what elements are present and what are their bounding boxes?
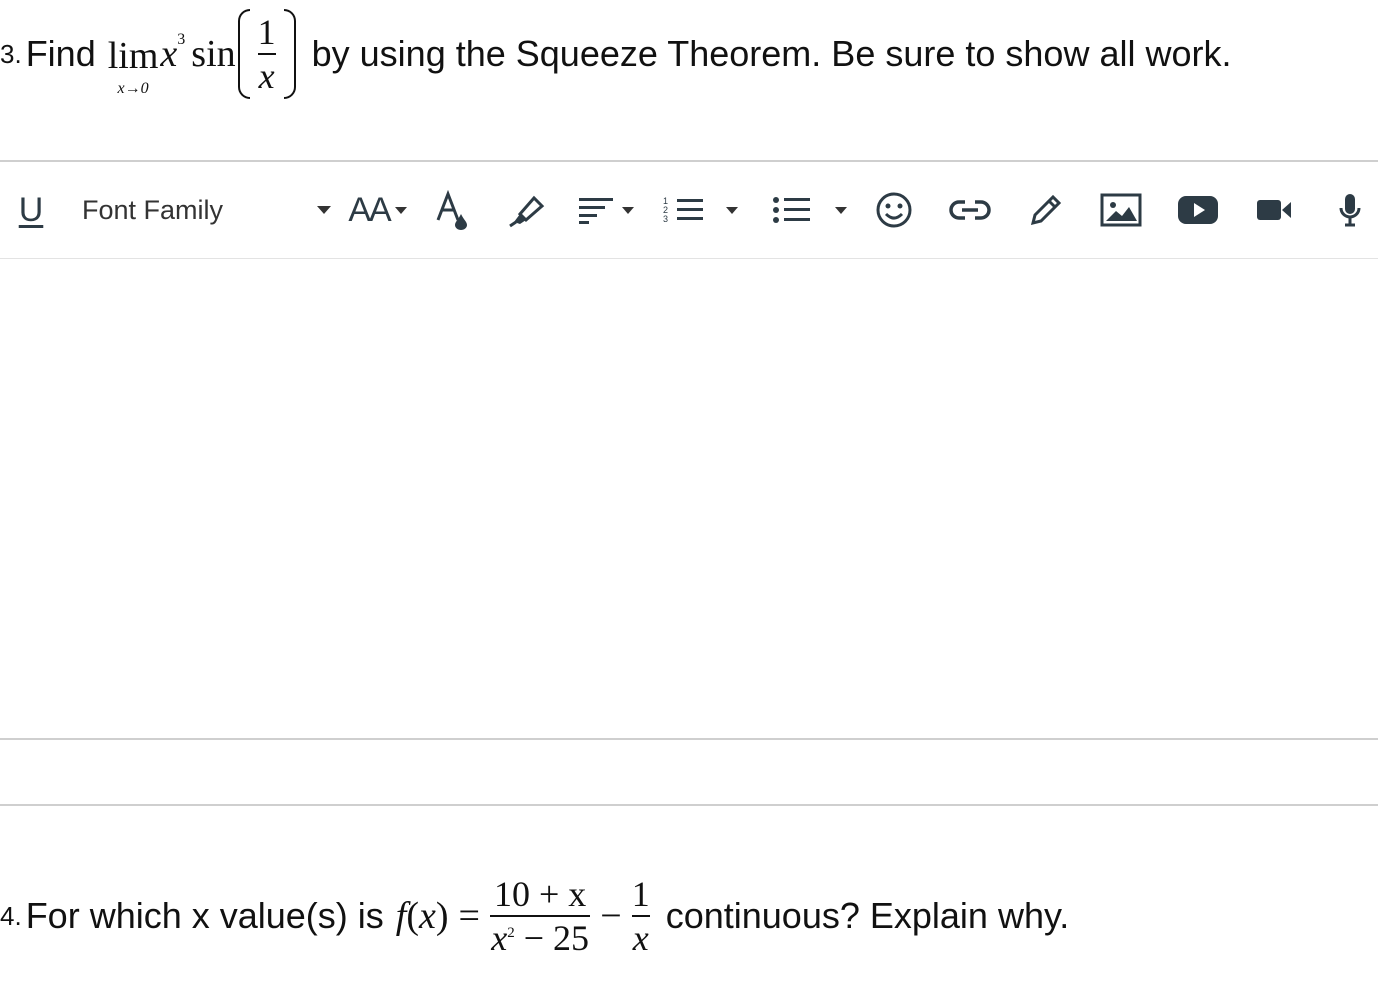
list-number-labels: 1 2 3	[663, 195, 669, 224]
image-button[interactable]	[1098, 162, 1144, 258]
underline-button[interactable]: U	[10, 162, 52, 258]
limit-variable: x	[160, 33, 178, 75]
align-left-icon	[579, 198, 613, 224]
media-button[interactable]	[1175, 162, 1221, 258]
limit-operator: lim	[107, 35, 159, 77]
paren-open: (	[406, 895, 419, 937]
divider-question-4	[0, 804, 1378, 806]
chevron-down-icon	[726, 206, 738, 214]
toolbar-divider	[0, 258, 1378, 259]
limit-subscript: x→0	[117, 80, 149, 97]
font-size-icon: AA	[348, 190, 391, 229]
function-expression: f ( x ) = 10 + x x2 − 25 − 1 x	[396, 873, 650, 959]
font-family-select[interactable]: Font Family	[70, 162, 340, 258]
question-suffix: continuous? Explain why.	[665, 895, 1070, 936]
fraction-1-over-x: 1 x	[257, 11, 276, 97]
function-name: f	[395, 895, 407, 937]
chevron-down-icon	[622, 206, 634, 214]
bullet-list-icon	[772, 197, 810, 223]
divider-editor-bottom	[0, 738, 1378, 740]
record-video-button[interactable]	[1252, 162, 1296, 258]
question-prefix: For which x value(s) is	[25, 895, 384, 936]
limit-exponent: 3	[177, 31, 186, 48]
chevron-down-icon	[316, 205, 332, 215]
video-camera-icon	[1257, 200, 1291, 220]
microphone-icon	[1339, 194, 1361, 227]
text-color-button[interactable]	[430, 162, 472, 258]
function-variable: x	[419, 895, 436, 937]
fraction-numerator: 1	[257, 12, 276, 52]
paren-close: )	[435, 895, 449, 937]
highlighter-icon	[509, 195, 545, 228]
emoji-button[interactable]	[872, 162, 916, 258]
text-color-icon	[436, 190, 467, 230]
question-number: 4.	[0, 900, 22, 931]
fraction-1-over-x: 1 x	[631, 873, 650, 959]
left-paren	[237, 9, 250, 99]
chevron-down-icon	[834, 206, 847, 214]
link-button[interactable]	[946, 162, 994, 258]
numbered-list-button[interactable]: 1 2 3	[655, 162, 747, 258]
fraction-denominator: x	[258, 56, 275, 96]
fraction-numerator: 10 + x	[493, 874, 587, 914]
equals-sign: =	[458, 895, 480, 937]
bullet-list-button[interactable]	[762, 162, 857, 258]
minus-sign: −	[600, 895, 622, 937]
limit-expression: lim x→0 x 3 sin 1 x	[108, 9, 296, 99]
record-audio-button[interactable]	[1328, 162, 1372, 258]
draw-button[interactable]	[1024, 162, 1068, 258]
denominator-rest: − 25	[523, 918, 590, 958]
fraction-numerator: 1	[631, 874, 650, 914]
fraction-denominator: x2 − 25	[491, 917, 589, 959]
fraction-denominator: x	[632, 918, 649, 958]
align-button[interactable]	[572, 162, 640, 258]
emoji-icon	[876, 192, 912, 228]
pencil-icon	[1030, 194, 1062, 226]
chevron-down-icon	[394, 206, 407, 214]
denominator-variable: x	[491, 918, 508, 958]
link-icon	[949, 200, 991, 220]
underline-label: U	[18, 190, 44, 229]
fraction-main: 10 + x x2 − 25	[489, 873, 591, 959]
highlight-button[interactable]	[503, 162, 549, 258]
font-size-button[interactable]: AA	[343, 162, 413, 258]
play-icon	[1178, 196, 1218, 224]
numbered-list-icon: 1 2 3	[663, 196, 705, 224]
answer-editor[interactable]	[0, 260, 1378, 737]
question-suffix: by using the Squeeze Theorem. Be sure to…	[311, 33, 1232, 74]
denominator-exponent: 2	[507, 925, 515, 941]
question-prefix: Find	[25, 33, 96, 74]
sine-function: sin	[191, 33, 236, 75]
image-icon	[1100, 193, 1142, 227]
rich-text-toolbar: U Font Family AA 1 2 3	[0, 162, 1378, 258]
right-paren	[283, 9, 296, 99]
font-family-label: Font Family	[82, 194, 224, 225]
question-3: 3. Find lim x→0 x 3 sin 1 x by using the…	[0, 6, 1231, 102]
question-number: 3.	[0, 38, 22, 69]
question-4: 4. For which x value(s) is f ( x ) = 10 …	[0, 866, 1069, 966]
